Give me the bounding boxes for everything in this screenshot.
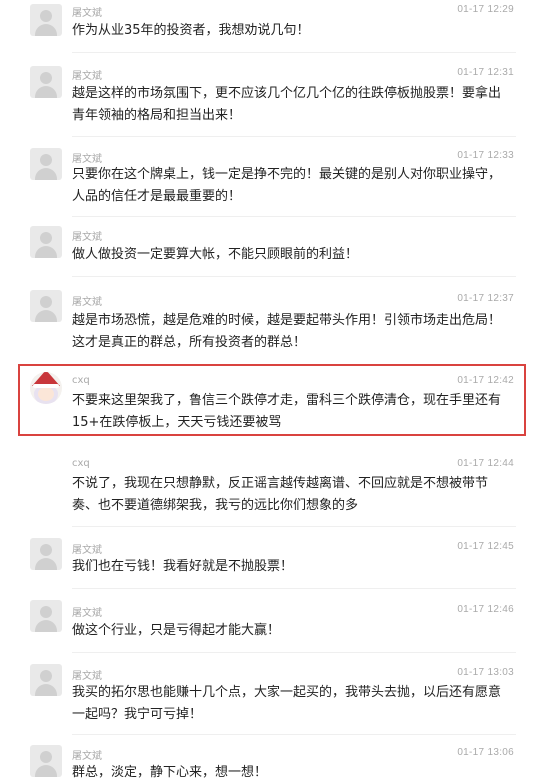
sender-name: 屠文斌 (72, 71, 102, 82)
message-time: 01-17 12:37 (457, 293, 514, 304)
message-line: 奏、也不要道德绑架我，我亏的远比你们想象的多 (72, 498, 359, 513)
divider (72, 52, 516, 53)
message-line: 做这个行业，只是亏得起才能大赢！ (72, 623, 281, 638)
message-text: 不要来这里架我了，鲁信三个跌停才走，雷科三个跌停清仓，现在手里还有 15+在跌停… (72, 390, 512, 434)
sender-name: 屠文斌 (72, 608, 102, 619)
divider (72, 216, 516, 217)
message-text: 我买的拓尔思也能赚十几个点，大家一起买的，我带头去抛，以后还有愿意 一起吗？我宁… (72, 682, 512, 726)
avatar[interactable] (30, 745, 62, 777)
divider (72, 652, 516, 653)
message-line: 做人做投资一定要算大帐，不能只顾眼前的利益！ (72, 247, 359, 262)
message-time: 01-17 12:45 (457, 541, 514, 552)
message-line: 青年领袖的格局和担当出来！ (72, 108, 242, 123)
message-line: 一起吗？我宁可亏掉！ (72, 707, 203, 722)
divider (72, 588, 516, 589)
message-text: 越是这样的市场氛围下，更不应该几个亿几个亿的往跌停板抛股票！要拿出 青年领袖的格… (72, 83, 512, 127)
message-text: 越是市场恐慌，越是危难的时候，越是要起带头作用！引领市场走出危局！ 这才是真正的… (72, 310, 512, 354)
message-time: 01-17 12:46 (457, 604, 514, 615)
sender-name: 屠文斌 (72, 671, 102, 682)
avatar[interactable] (30, 538, 62, 570)
message-line: 作为从业35年的投资者，我想劝说几句！ (72, 23, 310, 38)
message-text: 群总，淡定，静下心来，想一想！ (72, 762, 512, 784)
message-line: 越是市场恐慌，越是危难的时候，越是要起带头作用！引领市场走出危局！ (72, 313, 502, 328)
avatar[interactable] (30, 148, 62, 180)
message-time: 01-17 13:06 (457, 747, 514, 758)
avatar[interactable] (30, 600, 62, 632)
avatar[interactable] (30, 66, 62, 98)
sender-name: cxq (72, 375, 90, 386)
sender-name: 屠文斌 (72, 297, 102, 308)
sender-name: 屠文斌 (72, 8, 102, 19)
avatar[interactable] (30, 372, 62, 404)
message-line: 只要你在这个牌桌上，钱一定是挣不完的！最关键的是别人对你职业操守， (72, 167, 502, 182)
message-text: 做这个行业，只是亏得起才能大赢！ (72, 620, 512, 642)
message-line: 我们也在亏钱！我看好就是不抛股票！ (72, 559, 294, 574)
divider (72, 526, 516, 527)
message-text: 作为从业35年的投资者，我想劝说几句！ (72, 20, 512, 42)
message-line: 不要来这里架我了，鲁信三个跌停才走，雷科三个跌停清仓，现在手里还有 (72, 393, 502, 408)
avatar[interactable] (30, 664, 62, 696)
message-line: 不说了，我现在只想静默，反正谣言越传越离谱、不回应就是不想被带节 (72, 476, 489, 491)
sender-name: 屠文斌 (72, 154, 102, 165)
message-time: 01-17 12:42 (457, 375, 514, 386)
message-time: 01-17 12:44 (457, 458, 514, 469)
message-line: 这才是真正的群总，所有投资者的群总！ (72, 335, 307, 350)
message-line: 越是这样的市场氛围下，更不应该几个亿几个亿的往跌停板抛股票！要拿出 (72, 86, 502, 101)
message-text: 不说了，我现在只想静默，反正谣言越传越离谱、不回应就是不想被带节 奏、也不要道德… (72, 473, 512, 517)
message-line: 群总，淡定，静下心来，想一想！ (72, 765, 268, 780)
divider (72, 734, 516, 735)
message-time: 01-17 13:03 (457, 667, 514, 678)
message-text: 我们也在亏钱！我看好就是不抛股票！ (72, 556, 512, 578)
message-text: 做人做投资一定要算大帐，不能只顾眼前的利益！ (72, 244, 512, 266)
message-time: 01-17 12:31 (457, 67, 514, 78)
sender-name: 屠文斌 (72, 545, 102, 556)
avatar[interactable] (30, 290, 62, 322)
sender-name: 屠文斌 (72, 751, 102, 762)
message-text: 只要你在这个牌桌上，钱一定是挣不完的！最关键的是别人对你职业操守， 人品的信任才… (72, 164, 512, 208)
message-line: 我买的拓尔思也能赚十几个点，大家一起买的，我带头去抛，以后还有愿意 (72, 685, 502, 700)
message-time: 01-17 12:29 (457, 4, 514, 15)
avatar[interactable] (30, 4, 62, 36)
message-line: 人品的信任才是最最重要的！ (72, 189, 242, 204)
divider (72, 136, 516, 137)
sender-name: cxq (72, 458, 90, 469)
message-line: 15+在跌停板上，天天亏钱还要被骂 (72, 415, 282, 430)
sender-name: 屠文斌 (72, 232, 102, 243)
message-time: 01-17 12:33 (457, 150, 514, 161)
divider (72, 276, 516, 277)
avatar[interactable] (30, 226, 62, 258)
